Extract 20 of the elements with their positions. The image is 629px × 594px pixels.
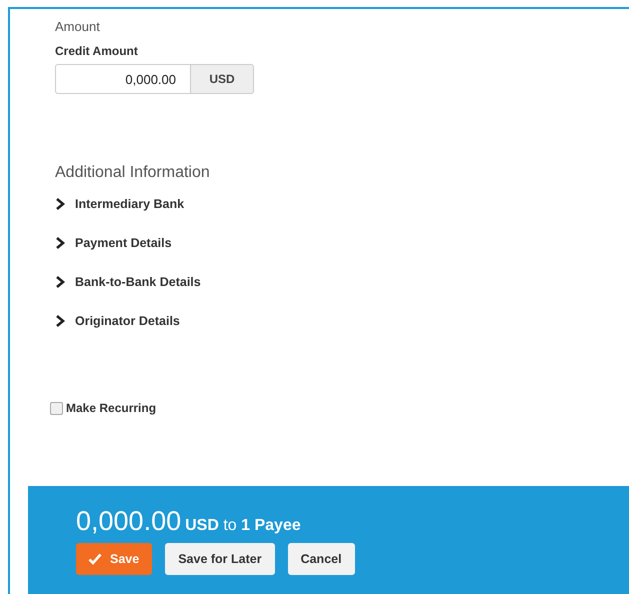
payee-summary: USD to 1 Payee (185, 517, 301, 535)
checkbox-label: Make Recurring (66, 401, 156, 415)
checkbox[interactable] (50, 402, 63, 414)
total-amount: 0,000.00 (76, 506, 182, 537)
field-label: Credit Amount (55, 44, 139, 58)
check-icon (88, 553, 102, 565)
expandable-item[interactable]: Intermediary Bank (75, 196, 184, 210)
currency-addon: USD (191, 64, 254, 94)
expandable-item[interactable]: Bank-to-Bank Details (75, 274, 201, 288)
amount-input[interactable]: 0,000.00 (55, 64, 191, 94)
section-title: Additional Information (55, 164, 211, 182)
chevron-icon[interactable] (55, 236, 65, 248)
chevron-icon[interactable] (55, 198, 65, 210)
expandable-item[interactable]: Originator Details (75, 314, 180, 328)
chevron-icon[interactable] (55, 314, 65, 326)
action-button[interactable]: Save for Later (165, 543, 275, 575)
section-title: Amount (55, 19, 101, 34)
chevron-icon[interactable] (55, 276, 65, 288)
expandable-item[interactable]: Payment Details (75, 236, 172, 250)
action-button[interactable]: Cancel (288, 543, 355, 575)
